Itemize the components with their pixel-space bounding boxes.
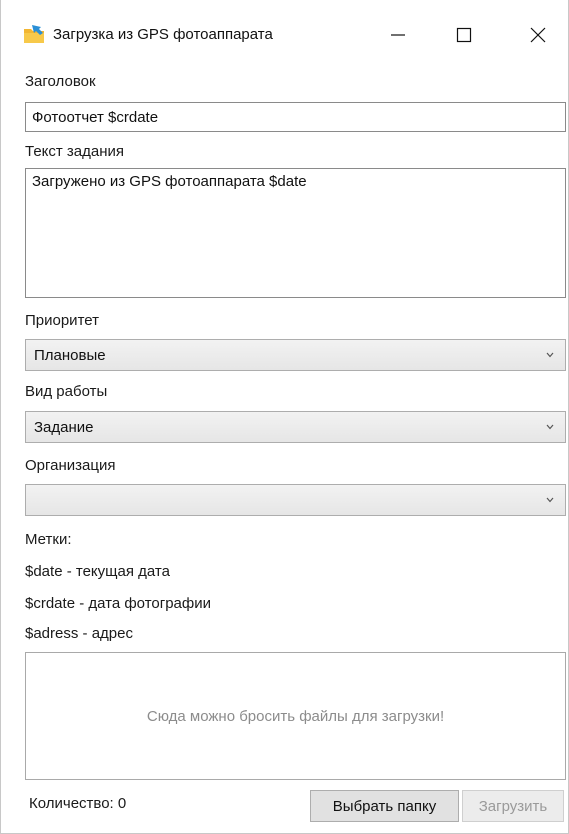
tag-item: $date - текущая дата [25,563,170,580]
priority-select[interactable]: Плановые [25,339,566,371]
minimize-icon [391,34,405,36]
maximize-button[interactable] [441,12,487,58]
upload-window: Загрузка из GPS фотоаппарата Заголовок Т… [0,0,569,834]
work-type-label: Вид работы [25,383,108,400]
priority-value: Плановые [34,346,106,364]
upload-button[interactable]: Загрузить [462,790,564,822]
task-text-input[interactable]: Загружено из GPS фотоаппарата $date [25,168,566,298]
tag-item: $crdate - дата фотографии [25,595,211,612]
title-input[interactable] [25,102,566,132]
priority-label: Приоритет [25,312,99,329]
title-field-label: Заголовок [25,73,96,90]
organization-label: Организация [25,457,116,474]
tags-heading: Метки: [25,531,72,548]
work-type-select[interactable]: Задание [25,411,566,443]
chevron-down-icon [546,497,554,503]
file-count: Количество: 0 [29,795,127,812]
maximize-icon [456,27,472,43]
choose-folder-button[interactable]: Выбрать папку [310,790,459,822]
close-icon [530,27,546,43]
window-title: Загрузка из GPS фотоаппарата [53,26,273,43]
minimize-button[interactable] [375,12,421,58]
work-type-value: Задание [34,418,94,436]
organization-select[interactable] [25,484,566,516]
drop-zone-hint: Сюда можно бросить файлы для загрузки! [146,707,445,725]
chevron-down-icon [546,424,554,430]
chevron-down-icon [546,352,554,358]
task-text-label: Текст задания [25,143,125,160]
folder-arrow-icon [24,25,44,43]
file-drop-zone[interactable]: Сюда можно бросить файлы для загрузки! [25,652,566,780]
title-bar[interactable]: Загрузка из GPS фотоаппарата [1,0,568,60]
tag-item: $adress - адрес [25,625,133,642]
close-button[interactable] [515,12,561,58]
